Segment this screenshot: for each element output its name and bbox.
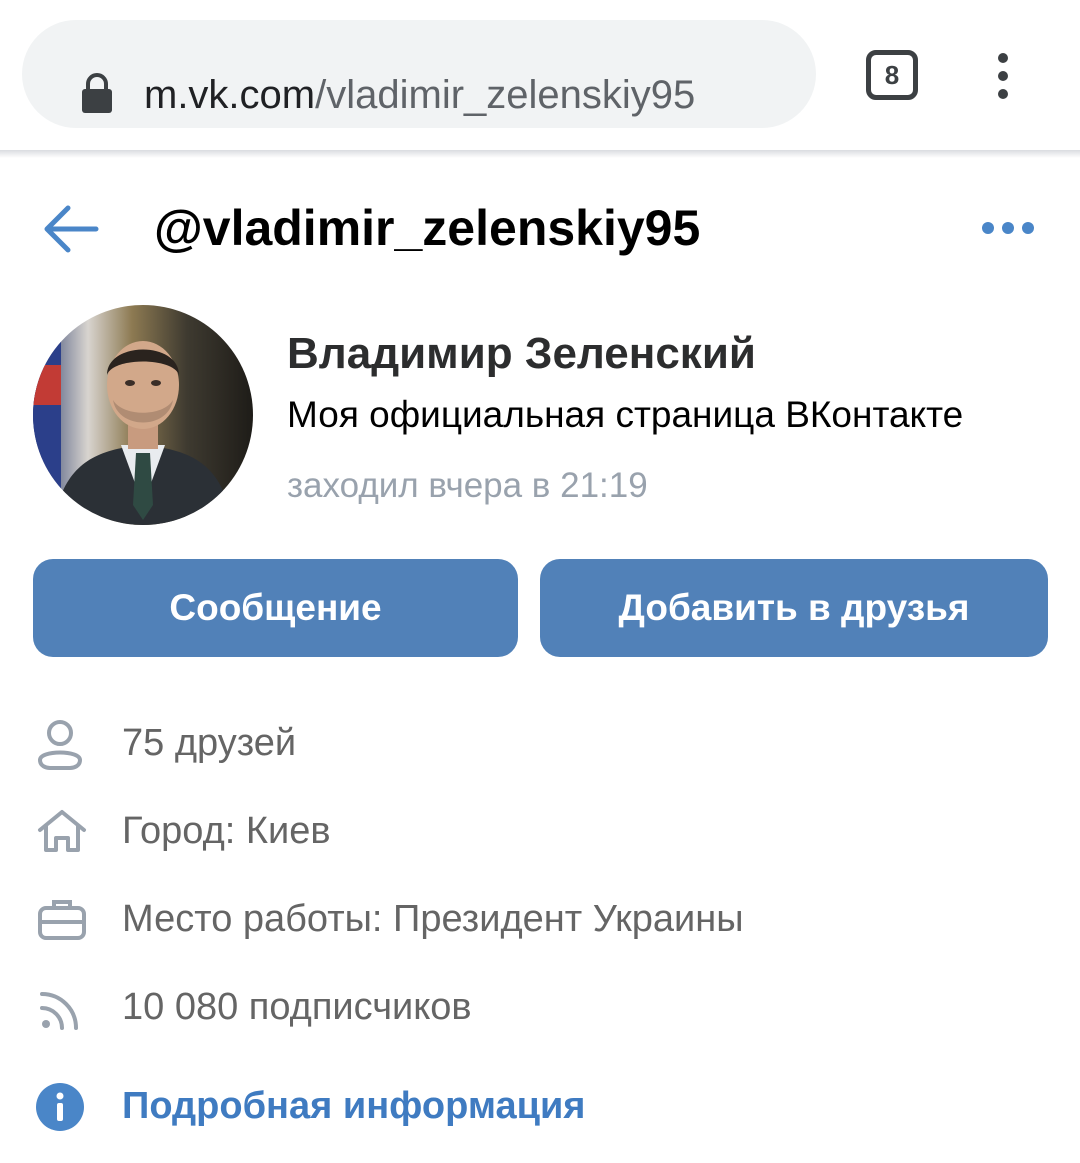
url-domain: m.vk.com — [144, 73, 316, 117]
address-bar[interactable]: m.vk.com/vladimir_zelenskiy95 — [22, 20, 816, 128]
user-icon — [37, 720, 83, 770]
info-icon — [36, 1083, 84, 1131]
back-arrow-icon[interactable] — [42, 202, 100, 256]
toolbar-shadow — [0, 150, 1080, 158]
details-link-text[interactable]: Подробная информация — [122, 1081, 585, 1131]
browser-toolbar: m.vk.com/vladimir_zelenskiy95 8 — [0, 0, 1080, 150]
kebab-menu-icon[interactable] — [992, 52, 1014, 100]
subscribers-count: 10 080 подписчиков — [122, 986, 472, 1028]
profile-status: Моя официальная страница ВКонтакте — [287, 394, 964, 435]
briefcase-icon — [38, 900, 86, 940]
url-text: m.vk.com/vladimir_zelenskiy95 — [144, 70, 695, 120]
avatar[interactable] — [33, 305, 253, 525]
info-subscribers[interactable]: 10 080 подписчиков — [0, 978, 1080, 1038]
add-friend-button[interactable]: Добавить в друзья — [540, 559, 1048, 657]
tab-count: 8 — [884, 59, 900, 90]
city-text: Город: Киев — [122, 810, 331, 852]
details-link[interactable]: Подробная информация — [0, 1077, 1080, 1137]
page-header: @vladimir_zelenskiy95 — [0, 170, 1080, 288]
last-seen: заходил вчера в 21:19 — [287, 466, 648, 505]
friends-count: 75 друзей — [122, 722, 297, 764]
work-text: Место работы: Президент Украины — [122, 898, 744, 940]
message-button[interactable]: Сообщение — [33, 559, 518, 657]
info-friends[interactable]: 75 друзей — [0, 714, 1080, 774]
page-title: @vladimir_zelenskiy95 — [154, 200, 701, 256]
home-icon — [38, 810, 86, 852]
more-dots-icon[interactable] — [980, 220, 1036, 236]
url-path: /vladimir_zelenskiy95 — [315, 73, 696, 117]
lock-icon — [82, 73, 112, 113]
info-work[interactable]: Место работы: Президент Украины — [0, 890, 1080, 950]
rss-icon — [40, 992, 78, 1030]
profile-name: Владимир Зеленский — [287, 329, 756, 378]
tabs-icon[interactable]: 8 — [866, 50, 918, 100]
avatar-photo — [33, 305, 253, 525]
info-city: Город: Киев — [0, 802, 1080, 862]
